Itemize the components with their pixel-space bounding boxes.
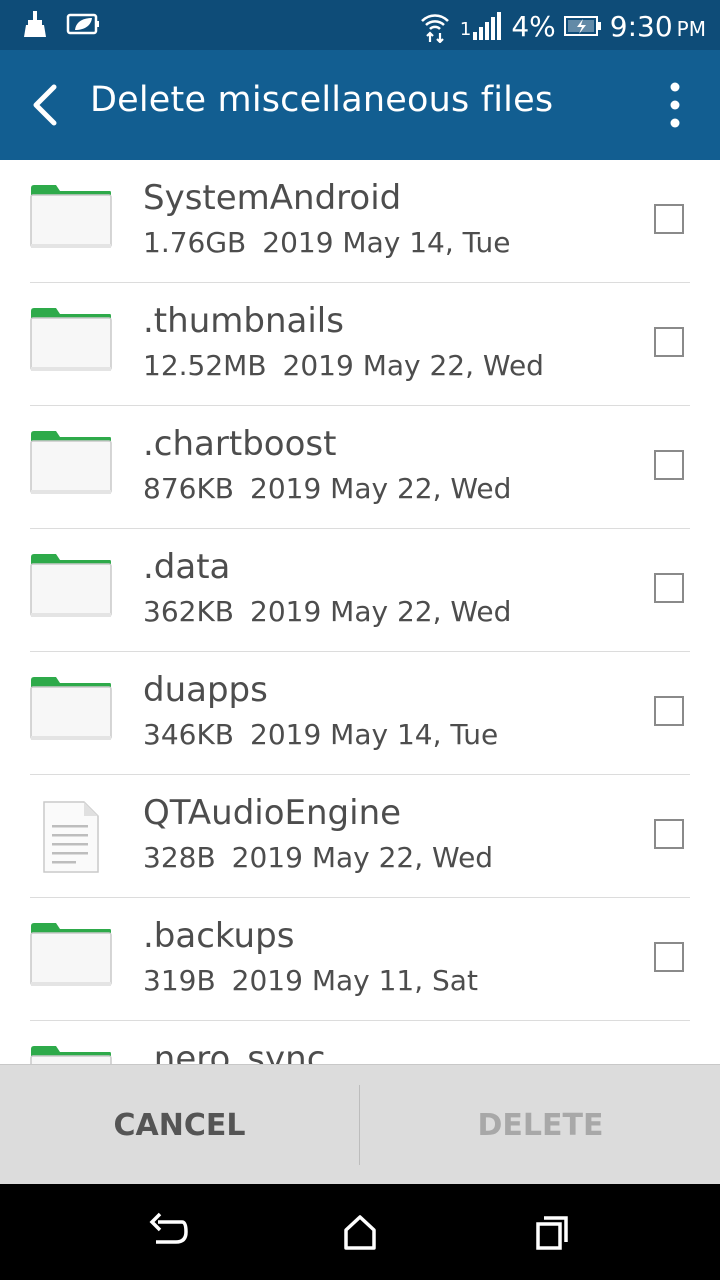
file-row[interactable]: .nero_sync: [0, 1021, 720, 1064]
folder-thumb: [30, 553, 112, 619]
battery-percent: 4%: [511, 9, 556, 43]
action-bar: CANCEL DELETE: [0, 1064, 720, 1185]
nav-recents-icon: [536, 1216, 568, 1250]
nav-back-icon: [149, 1212, 188, 1244]
file-row[interactable]: duapps 346KB 2019 May 14, Tue: [0, 652, 720, 775]
folder-icon: [30, 185, 112, 248]
status-bar: 1 4% 9:30 PM: [0, 0, 720, 50]
nav-home-button[interactable]: [338, 1210, 382, 1254]
file-meta: 876KB 2019 May 22, Wed: [143, 472, 511, 505]
file-date: 2019 May 22, Wed: [250, 472, 512, 505]
file-row[interactable]: .thumbnails 12.52MB 2019 May 22, Wed: [0, 283, 720, 406]
cancel-button[interactable]: CANCEL: [0, 1065, 359, 1185]
folder-icon: [30, 554, 112, 617]
file-thumb: [30, 799, 112, 873]
file-name: .data: [143, 547, 231, 587]
file-meta: 1.76GB 2019 May 14, Tue: [143, 226, 510, 259]
select-checkbox[interactable]: [654, 450, 684, 480]
file-meta: 12.52MB 2019 May 22, Wed: [143, 349, 544, 382]
file-date: 2019 May 14, Tue: [262, 226, 511, 259]
folder-icon: [30, 1046, 112, 1064]
delete-button[interactable]: DELETE: [361, 1065, 720, 1185]
select-checkbox[interactable]: [654, 696, 684, 726]
file-name: .backups: [143, 916, 295, 956]
file-size: 876KB: [143, 472, 235, 505]
file-row[interactable]: .backups 319B 2019 May 11, Sat: [0, 898, 720, 1021]
file-row[interactable]: .chartboost 876KB 2019 May 22, Wed: [0, 406, 720, 529]
back-button[interactable]: [22, 78, 72, 132]
folder-icon: [30, 923, 112, 986]
file-meta: 346KB 2019 May 14, Tue: [143, 718, 498, 751]
file-size: 362KB: [143, 595, 235, 628]
file-size: 319B: [143, 964, 216, 997]
clock-ampm: PM: [676, 16, 706, 41]
nav-back-button[interactable]: [146, 1210, 190, 1254]
select-checkbox[interactable]: [654, 819, 684, 849]
file-name: .thumbnails: [143, 301, 344, 341]
file-name: .nero_sync: [143, 1039, 326, 1064]
file-list: SystemAndroid 1.76GB 2019 May 14, Tue .thum…: [0, 160, 720, 1064]
folder-thumb: [30, 1045, 112, 1064]
file-date: 2019 May 22, Wed: [282, 349, 544, 382]
notification-icons: [22, 10, 100, 38]
folder-thumb: [30, 184, 112, 250]
select-checkbox[interactable]: [654, 204, 684, 234]
file-name: SystemAndroid: [143, 178, 402, 218]
file-date: 2019 May 11, Sat: [231, 964, 478, 997]
file-row[interactable]: QTAudioEngine 328B 2019 May 22, Wed: [0, 775, 720, 898]
select-checkbox[interactable]: [654, 573, 684, 603]
folder-thumb: [30, 676, 112, 742]
file-size: 328B: [143, 841, 216, 874]
file-row[interactable]: .data 362KB 2019 May 22, Wed: [0, 529, 720, 652]
signal-sim-label: 1: [459, 19, 472, 40]
file-name: QTAudioEngine: [143, 793, 402, 833]
file-row[interactable]: SystemAndroid 1.76GB 2019 May 14, Tue: [0, 160, 720, 283]
cleaner-brush-icon: [24, 11, 46, 37]
select-checkbox[interactable]: [654, 942, 684, 972]
select-checkbox[interactable]: [654, 327, 684, 357]
file-meta: 328B 2019 May 22, Wed: [143, 841, 493, 874]
overflow-menu-button[interactable]: [660, 80, 690, 130]
clock-time: 9:30: [609, 9, 673, 43]
document-icon: [43, 801, 99, 873]
signal-strength-icon: 1: [460, 12, 503, 40]
folder-thumb: [30, 430, 112, 496]
wifi-data-icon: [421, 14, 449, 43]
more-vert-icon: [670, 82, 680, 128]
file-name: duapps: [143, 670, 268, 710]
folder-icon: [30, 677, 112, 740]
app-bar: Delete miscellaneous files: [0, 50, 720, 160]
folder-thumb: [30, 922, 112, 988]
file-meta: 319B 2019 May 11, Sat: [143, 964, 478, 997]
file-size: 12.52MB: [143, 349, 267, 382]
file-size: 1.76GB: [143, 226, 247, 259]
file-date: 2019 May 22, Wed: [231, 841, 494, 874]
battery-charging-icon: [563, 16, 601, 36]
file-size: 346KB: [143, 718, 235, 751]
file-name: .chartboost: [143, 424, 337, 464]
file-meta: 362KB 2019 May 22, Wed: [143, 595, 511, 628]
battery-saver-leaf-icon: [66, 13, 99, 35]
folder-thumb: [30, 307, 112, 373]
back-arrow-icon: [33, 84, 57, 126]
button-divider: [359, 1085, 360, 1165]
nav-recents-button[interactable]: [530, 1210, 574, 1254]
file-date: 2019 May 14, Tue: [250, 718, 499, 751]
folder-icon: [30, 308, 112, 371]
nav-home-icon: [344, 1215, 376, 1250]
folder-icon: [30, 431, 112, 494]
file-date: 2019 May 22, Wed: [250, 595, 512, 628]
page-title: Delete miscellaneous files: [90, 80, 554, 120]
navigation-bar: [0, 1184, 720, 1280]
